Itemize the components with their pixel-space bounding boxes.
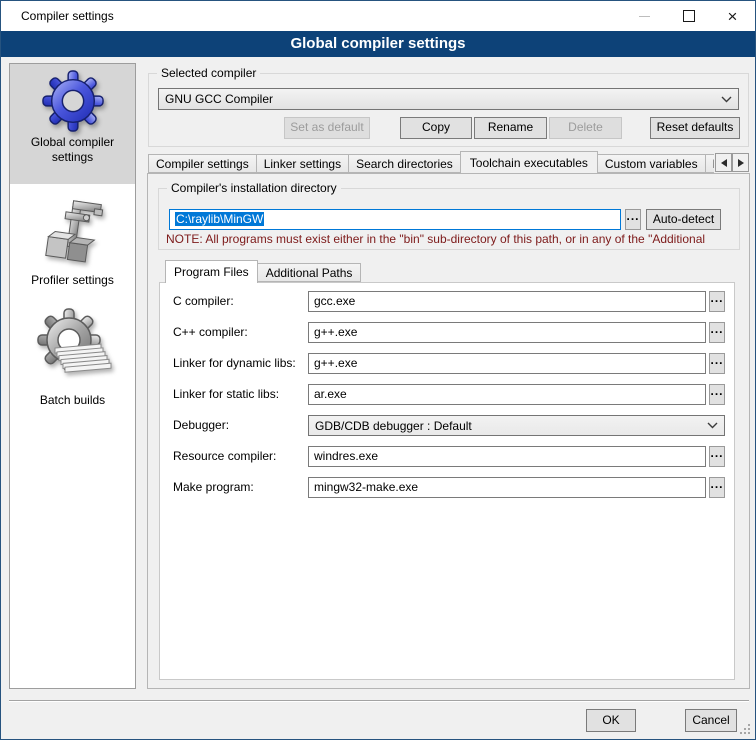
reset-defaults-button[interactable]: Reset defaults [650,117,740,139]
installation-directory-group-label: Compiler's installation directory [167,181,341,195]
dynamic-linker-label: Linker for dynamic libs: [173,353,296,374]
tab-scroll-left-icon [721,159,727,167]
delete-button[interactable]: Delete [549,117,622,139]
debugger-select-value: GDB/CDB debugger : Default [315,419,472,433]
cpp-compiler-label: C++ compiler: [173,322,248,343]
page-title: Global compiler settings [1,31,755,57]
program-files-panel: C compiler: gcc.exe ... C++ compiler: g+… [159,282,735,680]
sidebar-item-global-compiler-settings[interactable]: Global compiler settings [10,64,135,184]
settings-tab-bar: Compiler settings Linker settings Search… [148,150,714,173]
sidebar-item-batch-builds[interactable]: Batch builds [10,302,135,420]
make-program-input[interactable]: mingw32-make.exe [308,477,706,498]
resource-compiler-browse-button[interactable]: ... [709,446,725,467]
maximize-icon [683,10,695,22]
toolchain-executables-page: Compiler's installation directory C:\ray… [147,173,750,689]
make-program-label: Make program: [173,477,254,498]
resource-compiler-label: Resource compiler: [173,446,276,467]
c-compiler-input[interactable]: gcc.exe [308,291,706,312]
title-bar[interactable]: Compiler settings × [1,1,755,31]
selected-compiler-group: Selected compiler GNU GCC Compiler Set a… [148,73,749,147]
maximize-button[interactable] [666,1,711,31]
static-linker-input[interactable]: ar.exe [308,384,706,405]
installation-note: NOTE: All programs must exist either in … [166,232,752,246]
sidebar-item-profiler-settings[interactable]: Profiler settings [10,194,135,298]
dynamic-linker-browse-button[interactable]: ... [709,353,725,374]
chevron-down-icon [707,422,718,429]
debugger-select[interactable]: GDB/CDB debugger : Default [308,415,725,436]
installation-directory-group: Compiler's installation directory C:\ray… [158,188,740,250]
tab-custom-variables[interactable]: Custom variables [597,154,706,173]
tab-additional-paths[interactable]: Additional Paths [257,263,362,282]
c-compiler-label: C compiler: [173,291,234,312]
blue-gear-icon [42,70,104,132]
cpp-compiler-browse-button[interactable]: ... [709,322,725,343]
installation-directory-selected-text: C:\raylib\MinGW [175,212,264,226]
caliper-icon [37,198,109,270]
sidebar-item-label: Batch builds [10,393,135,408]
tab-program-files[interactable]: Program Files [165,260,258,283]
resize-grip[interactable] [748,732,750,734]
minimize-button[interactable] [622,1,667,31]
settings-sidebar: Global compiler settings [9,63,136,689]
minimize-icon [639,16,650,17]
tab-compiler-settings[interactable]: Compiler settings [148,154,257,173]
ok-button[interactable]: OK [586,709,636,732]
installation-directory-input[interactable]: C:\raylib\MinGW [169,209,621,230]
close-icon: × [728,8,738,25]
installation-directory-browse-button[interactable]: ... [625,209,641,230]
debugger-label: Debugger: [173,415,229,436]
cancel-button[interactable]: Cancel [685,709,737,732]
chevron-down-icon [721,96,732,103]
gray-gear-stack-icon [33,306,113,390]
tab-scroll-right-icon [738,159,744,167]
inner-tab-bar: Program Files Additional Paths [165,259,361,282]
selected-compiler-group-label: Selected compiler [157,66,260,80]
compiler-select-value: GNU GCC Compiler [165,92,273,106]
tab-scroll-right-button[interactable] [732,153,749,172]
rename-button[interactable]: Rename [474,117,547,139]
set-as-default-button[interactable]: Set as default [284,117,370,139]
tab-search-directories[interactable]: Search directories [348,154,461,173]
static-linker-label: Linker for static libs: [173,384,279,405]
static-linker-browse-button[interactable]: ... [709,384,725,405]
window-title: Compiler settings [21,9,114,23]
make-program-browse-button[interactable]: ... [709,477,725,498]
tab-scroll-left-button[interactable] [715,153,732,172]
close-button[interactable]: × [710,1,755,31]
auto-detect-button[interactable]: Auto-detect [646,209,721,230]
tab-build-options[interactable]: Build [705,154,714,173]
sidebar-item-label: Profiler settings [10,273,135,288]
c-compiler-browse-button[interactable]: ... [709,291,725,312]
footer-separator [9,700,749,702]
tab-toolchain-executables[interactable]: Toolchain executables [460,151,598,173]
resource-compiler-input[interactable]: windres.exe [308,446,706,467]
tab-linker-settings[interactable]: Linker settings [256,154,349,173]
cpp-compiler-input[interactable]: g++.exe [308,322,706,343]
dynamic-linker-input[interactable]: g++.exe [308,353,706,374]
compiler-settings-dialog: Compiler settings × Global compiler sett… [0,0,756,740]
sidebar-item-label: Global compiler settings [10,135,135,165]
copy-button[interactable]: Copy [400,117,472,139]
compiler-select[interactable]: GNU GCC Compiler [158,88,739,110]
